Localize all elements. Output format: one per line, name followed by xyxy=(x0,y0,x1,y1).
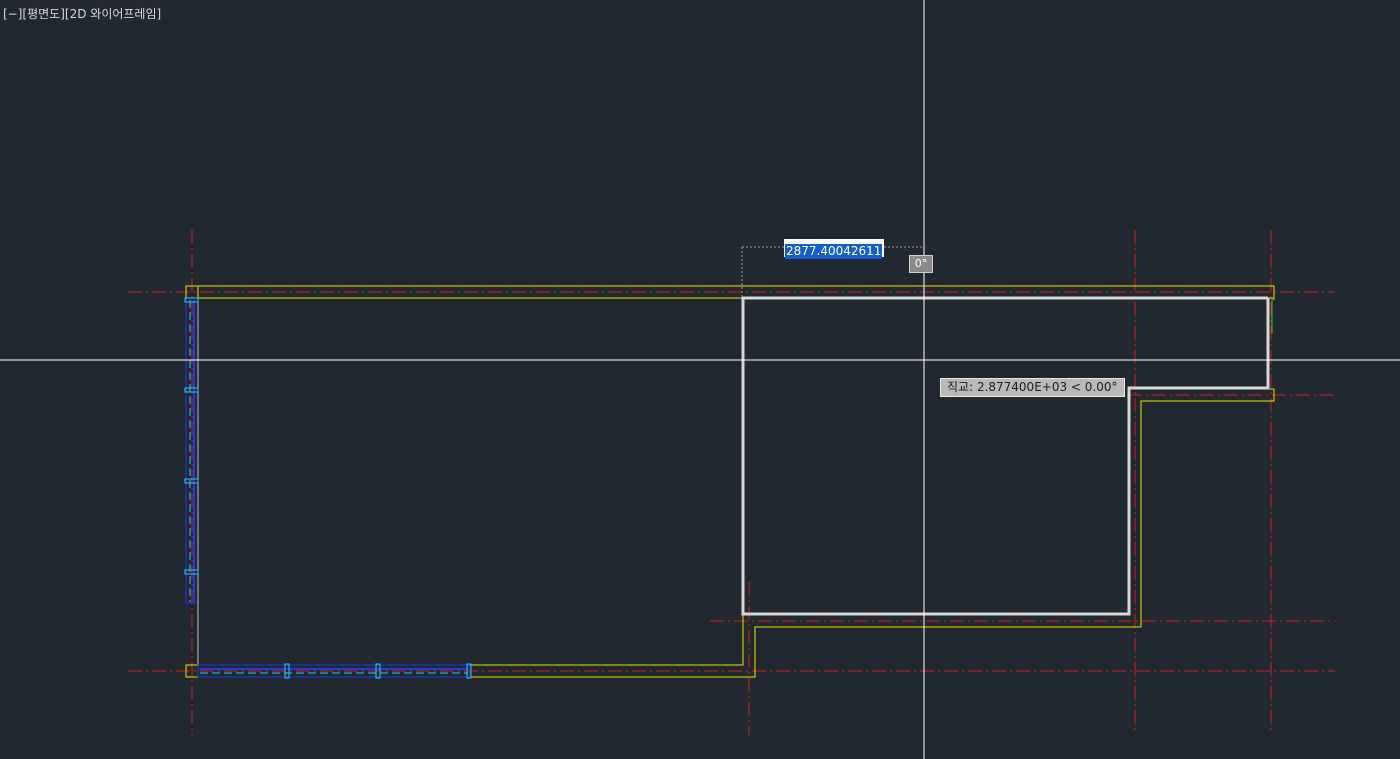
window-left-mullion xyxy=(184,387,199,393)
drawing-canvas[interactable] xyxy=(0,0,1400,759)
ortho-tracking-tooltip: 직교: 2.877400E+03 < 0.00° xyxy=(940,378,1125,397)
wall-outline xyxy=(185,285,1275,678)
crosshair-cursor xyxy=(0,0,1400,759)
window-left-mullion xyxy=(184,297,199,303)
wall-right-step xyxy=(469,388,1275,678)
grid-axes xyxy=(128,230,1335,735)
window-bottom-wall xyxy=(197,663,472,679)
dynamic-angle-input[interactable]: 0° xyxy=(909,255,933,273)
active-polyline[interactable] xyxy=(741,296,1270,616)
dynamic-distance-input[interactable]: 2877.40042611 xyxy=(784,239,884,259)
dynamic-distance-value[interactable]: 2877.40042611 xyxy=(785,244,883,259)
